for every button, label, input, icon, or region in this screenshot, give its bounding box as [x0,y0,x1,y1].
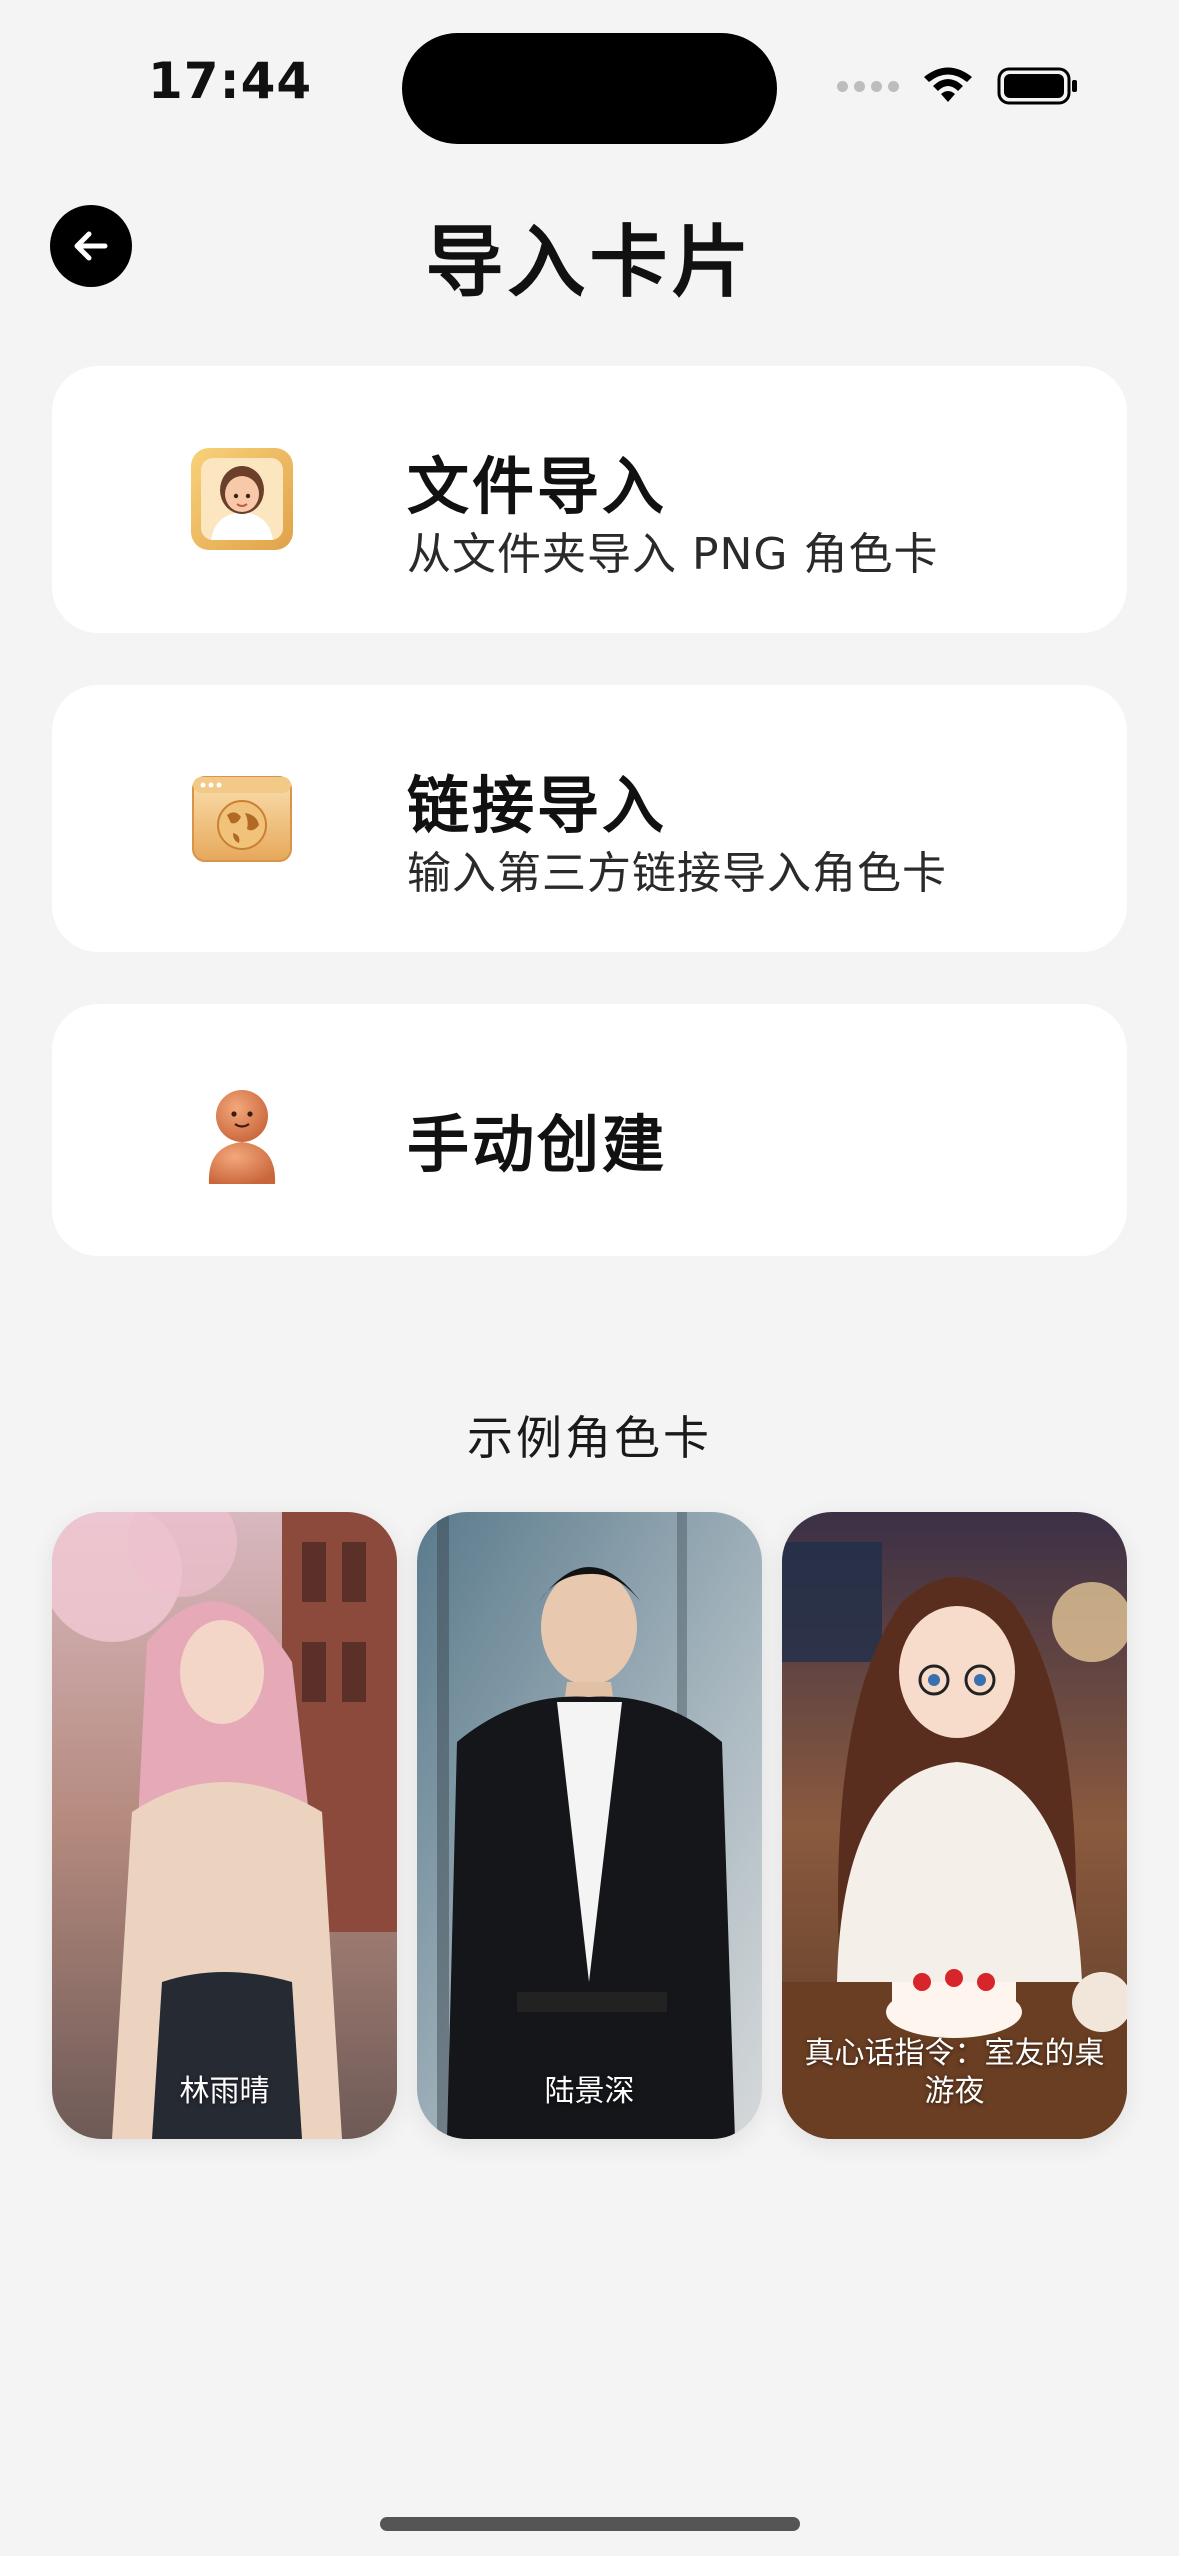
example-card-3[interactable]: 真心话指令：室友的桌游夜 [782,1512,1127,2139]
file-import-subtitle: 从文件夹导入 PNG 角色卡 [407,529,939,580]
clay-figure-icon [208,1090,276,1184]
portrait-card-icon [191,448,293,550]
cellular-signal-icon [837,80,899,92]
example-card-2[interactable]: 陆景深 [417,1512,762,2139]
example-name-2: 陆景深 [544,2074,635,2109]
example-name-3: 真心话指令：室友的桌游夜 [804,2036,1105,2109]
wifi-icon [924,67,972,102]
manual-create-card[interactable]: 手动创建 [52,1004,1127,1256]
manual-create-title: 手动创建 [407,1108,668,1181]
battery-icon [997,67,1077,105]
home-indicator[interactable] [380,2517,800,2531]
file-import-title: 文件导入 [407,450,668,523]
example-name-1: 林雨晴 [179,2074,270,2109]
dynamic-island [402,33,777,144]
examples-section-title: 示例角色卡 [467,1411,712,1465]
page-title: 导入卡片 [425,218,754,308]
link-import-card[interactable]: 链接导入 输入第三方链接导入角色卡 [52,685,1127,952]
example-image-1 [52,1512,397,2139]
import-card-screen: 17:44 导入卡片 文件导入 从文件夹导入 PNG 角色卡 链接导入 输入第三… [0,0,1179,2556]
example-image-2 [417,1512,762,2139]
status-indicators [837,64,1079,108]
link-import-title: 链接导入 [407,769,668,842]
status-time: 17:44 [148,52,313,110]
link-import-subtitle: 输入第三方链接导入角色卡 [407,848,947,899]
globe-window-icon [192,776,292,862]
example-card-1[interactable]: 林雨晴 [52,1512,397,2139]
file-import-card[interactable]: 文件导入 从文件夹导入 PNG 角色卡 [52,366,1127,633]
